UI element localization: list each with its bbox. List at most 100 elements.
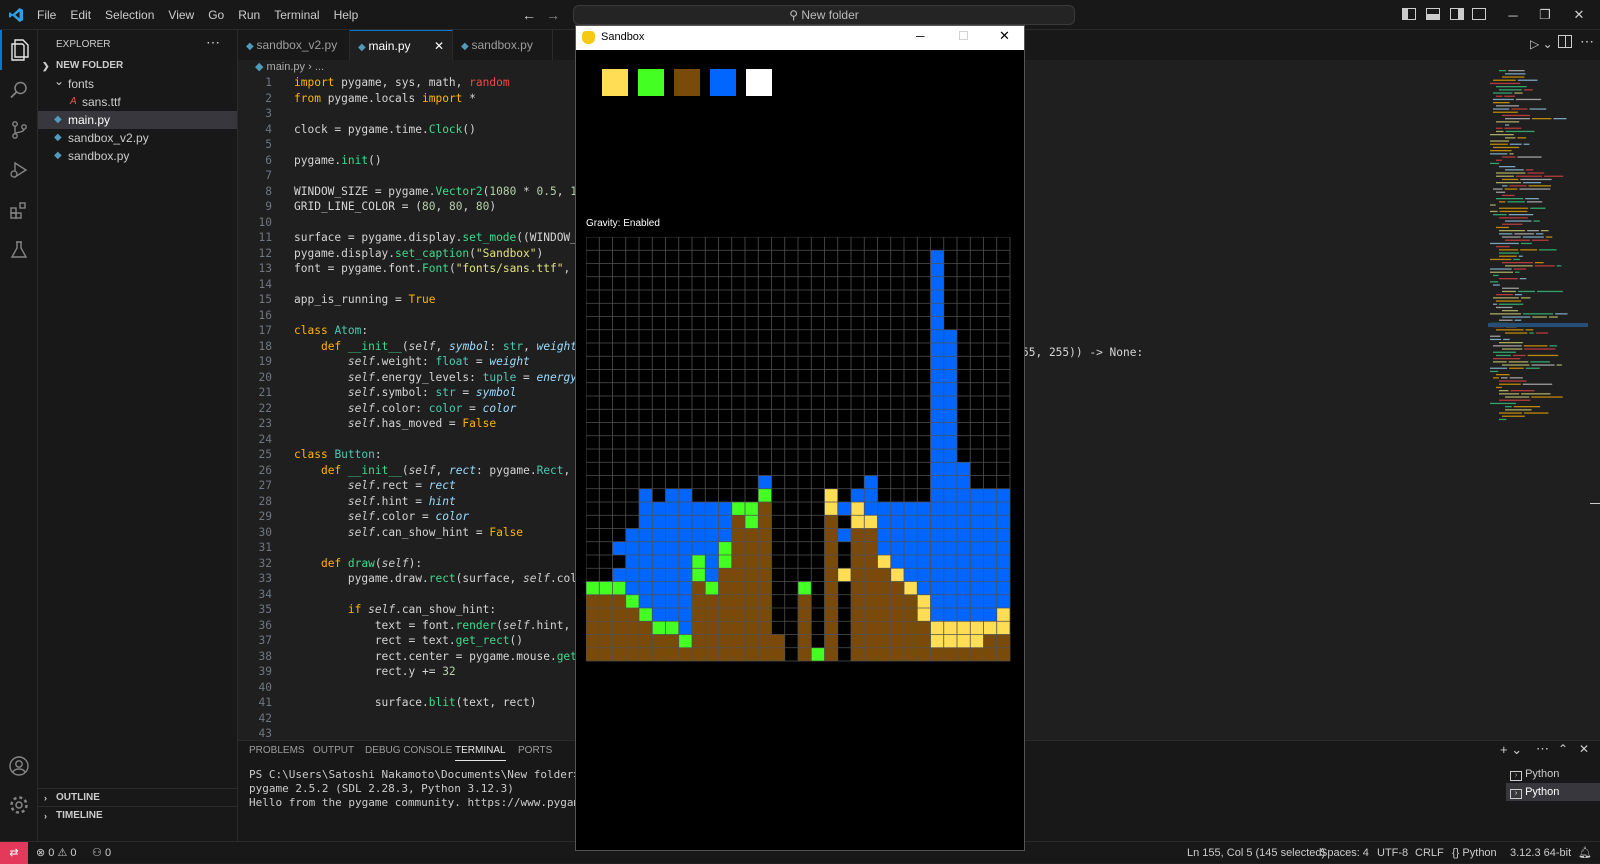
more-actions-icon[interactable]: ⋯ xyxy=(206,34,220,51)
panel-tab-ports[interactable]: PORTS xyxy=(518,741,552,761)
back-arrow-icon[interactable]: ← xyxy=(522,7,536,23)
extensions-icon[interactable] xyxy=(0,190,38,230)
line-number: 33 xyxy=(258,572,272,585)
tab-main-py[interactable]: ◆ main.py ✕ xyxy=(350,30,453,60)
tab-sandbox-py[interactable]: ◆ sandbox.py xyxy=(453,30,553,60)
timeline-section[interactable]: › TIMELINE xyxy=(38,806,237,824)
folder-header[interactable]: ❯ NEW FOLDER xyxy=(38,57,237,75)
sandbox-maximize-button[interactable]: ☐ xyxy=(958,29,969,43)
minimap-line xyxy=(1509,143,1522,145)
cursor-position[interactable]: Ln 155, Col 5 (145 selected) xyxy=(1187,842,1325,864)
minimap-line xyxy=(1505,169,1524,171)
notifications-bell-icon[interactable]: 🔔︎ xyxy=(1578,842,1592,864)
language-label: Python xyxy=(1462,847,1497,859)
remote-indicator-icon[interactable]: ⇄ xyxy=(0,842,28,864)
breadcrumb[interactable]: ◆ main.py › ... xyxy=(255,60,324,73)
menu-selection[interactable]: Selection xyxy=(98,0,161,30)
panel-tab-terminal[interactable]: TERMINAL xyxy=(455,741,506,761)
grid-cell xyxy=(864,568,878,582)
menu-edit[interactable]: Edit xyxy=(63,0,98,30)
minimap-line xyxy=(1531,396,1563,398)
split-editor-icon[interactable] xyxy=(1558,35,1572,48)
minimap-line xyxy=(1490,204,1496,206)
grid-cell xyxy=(612,647,626,661)
ports-status[interactable]: ⚇ 0 xyxy=(92,842,111,864)
minimap-line xyxy=(1532,316,1548,318)
minimap-slider[interactable] xyxy=(1488,323,1588,327)
terminal-list-item[interactable]: › Python xyxy=(1506,783,1600,801)
minimap-line xyxy=(1537,290,1563,293)
palette-swatch[interactable] xyxy=(602,69,628,96)
tree-file[interactable]: ◆ main.py xyxy=(38,111,237,129)
maximize-panel-icon[interactable]: ⌃ xyxy=(1558,742,1568,756)
grid-cell xyxy=(930,488,944,502)
minimap-line xyxy=(1519,278,1527,280)
palette-swatch[interactable] xyxy=(638,69,664,96)
sandbox-grid[interactable] xyxy=(586,237,1016,667)
menu-file[interactable]: File xyxy=(30,0,63,30)
line-number: 10 xyxy=(258,215,272,229)
tree-file[interactable]: ◆ sandbox_v2.py xyxy=(38,129,237,147)
search-icon[interactable] xyxy=(0,70,38,110)
toggle-panel-icon[interactable] xyxy=(1426,8,1440,20)
accounts-icon[interactable] xyxy=(0,746,38,786)
grid-cell xyxy=(877,528,891,542)
grid-cell xyxy=(745,515,759,529)
sandbox-close-button[interactable]: ✕ xyxy=(999,28,1010,44)
toggle-sidebar-icon[interactable] xyxy=(1402,8,1416,20)
panel-tab-output[interactable]: OUTPUT xyxy=(313,741,354,761)
grid-cell xyxy=(612,621,626,635)
tab-sandbox_v2-py[interactable]: ◆ sandbox_v2.py xyxy=(238,30,350,60)
run-python-icon[interactable]: ▷ ⌄ xyxy=(1530,37,1553,51)
grid-cell xyxy=(652,515,666,529)
toggle-secondary-sidebar-icon[interactable] xyxy=(1450,8,1464,20)
run-debug-icon[interactable] xyxy=(0,150,38,190)
sandbox-minimize-button[interactable]: ─ xyxy=(916,29,925,43)
minimap[interactable] xyxy=(1488,70,1588,430)
customize-layout-icon[interactable] xyxy=(1472,8,1486,20)
outline-section[interactable]: › OUTLINE xyxy=(38,788,237,806)
menu-go[interactable]: Go xyxy=(201,0,231,30)
palette-swatch[interactable] xyxy=(746,69,772,96)
scrollbar-marker xyxy=(1590,503,1600,504)
source-control-icon[interactable] xyxy=(0,110,38,150)
terminal-list-item[interactable]: › Python xyxy=(1506,765,1600,783)
sandbox-window[interactable]: Sandbox ─ ☐ ✕ Gravity: Enabled xyxy=(575,25,1025,851)
encoding[interactable]: UTF-8 xyxy=(1377,842,1408,864)
menu-help[interactable]: Help xyxy=(327,0,366,30)
grid-cell xyxy=(718,621,732,635)
menu-terminal[interactable]: Terminal xyxy=(267,0,326,30)
tree-file[interactable]: ◆ sandbox.py xyxy=(38,147,237,165)
close-button[interactable]: ✕ xyxy=(1556,0,1600,30)
testing-flask-icon[interactable] xyxy=(0,230,38,270)
indentation[interactable]: Spaces: 4 xyxy=(1320,842,1369,864)
palette-swatch[interactable] xyxy=(674,69,700,96)
editor-more-icon[interactable]: ⋯ xyxy=(1580,33,1594,50)
panel-tab-problems[interactable]: PROBLEMS xyxy=(249,741,305,761)
grid-cell xyxy=(957,647,971,661)
menu-view[interactable]: View xyxy=(161,0,201,30)
menu-run[interactable]: Run xyxy=(231,0,267,30)
close-panel-icon[interactable]: ✕ xyxy=(1579,742,1589,756)
manage-gear-icon[interactable] xyxy=(0,785,38,825)
grid-cell xyxy=(877,594,891,608)
code-token: .has_moved = xyxy=(374,417,463,430)
tree-folder[interactable]: ⌄ fonts xyxy=(38,74,237,93)
tree-file[interactable]: Asans.ttf xyxy=(38,93,237,111)
grid-cell xyxy=(904,581,918,595)
forward-arrow-icon[interactable]: → xyxy=(546,7,560,23)
grid-cell xyxy=(705,647,719,661)
panel-tab-debug-console[interactable]: DEBUG CONSOLE xyxy=(365,741,452,761)
code-token: 80 xyxy=(421,200,436,213)
command-center-search[interactable]: ⚲ New folder xyxy=(573,5,1075,25)
python-interpreter[interactable]: 3.12.3 64-bit xyxy=(1510,842,1571,864)
new-terminal-icon[interactable]: + ⌄ xyxy=(1500,742,1522,758)
palette-swatch[interactable] xyxy=(710,69,736,96)
explorer-icon[interactable] xyxy=(0,30,38,70)
line-ending[interactable]: CRLF xyxy=(1415,842,1444,864)
problems-status[interactable]: ⊗ 0 ⚠ 0 xyxy=(36,842,77,864)
close-tab-icon[interactable]: ✕ xyxy=(434,31,444,61)
language-mode[interactable]: {} Python xyxy=(1452,842,1497,864)
panel-more-icon[interactable]: ⋯ xyxy=(1536,741,1549,757)
minimap-line xyxy=(1505,130,1535,133)
